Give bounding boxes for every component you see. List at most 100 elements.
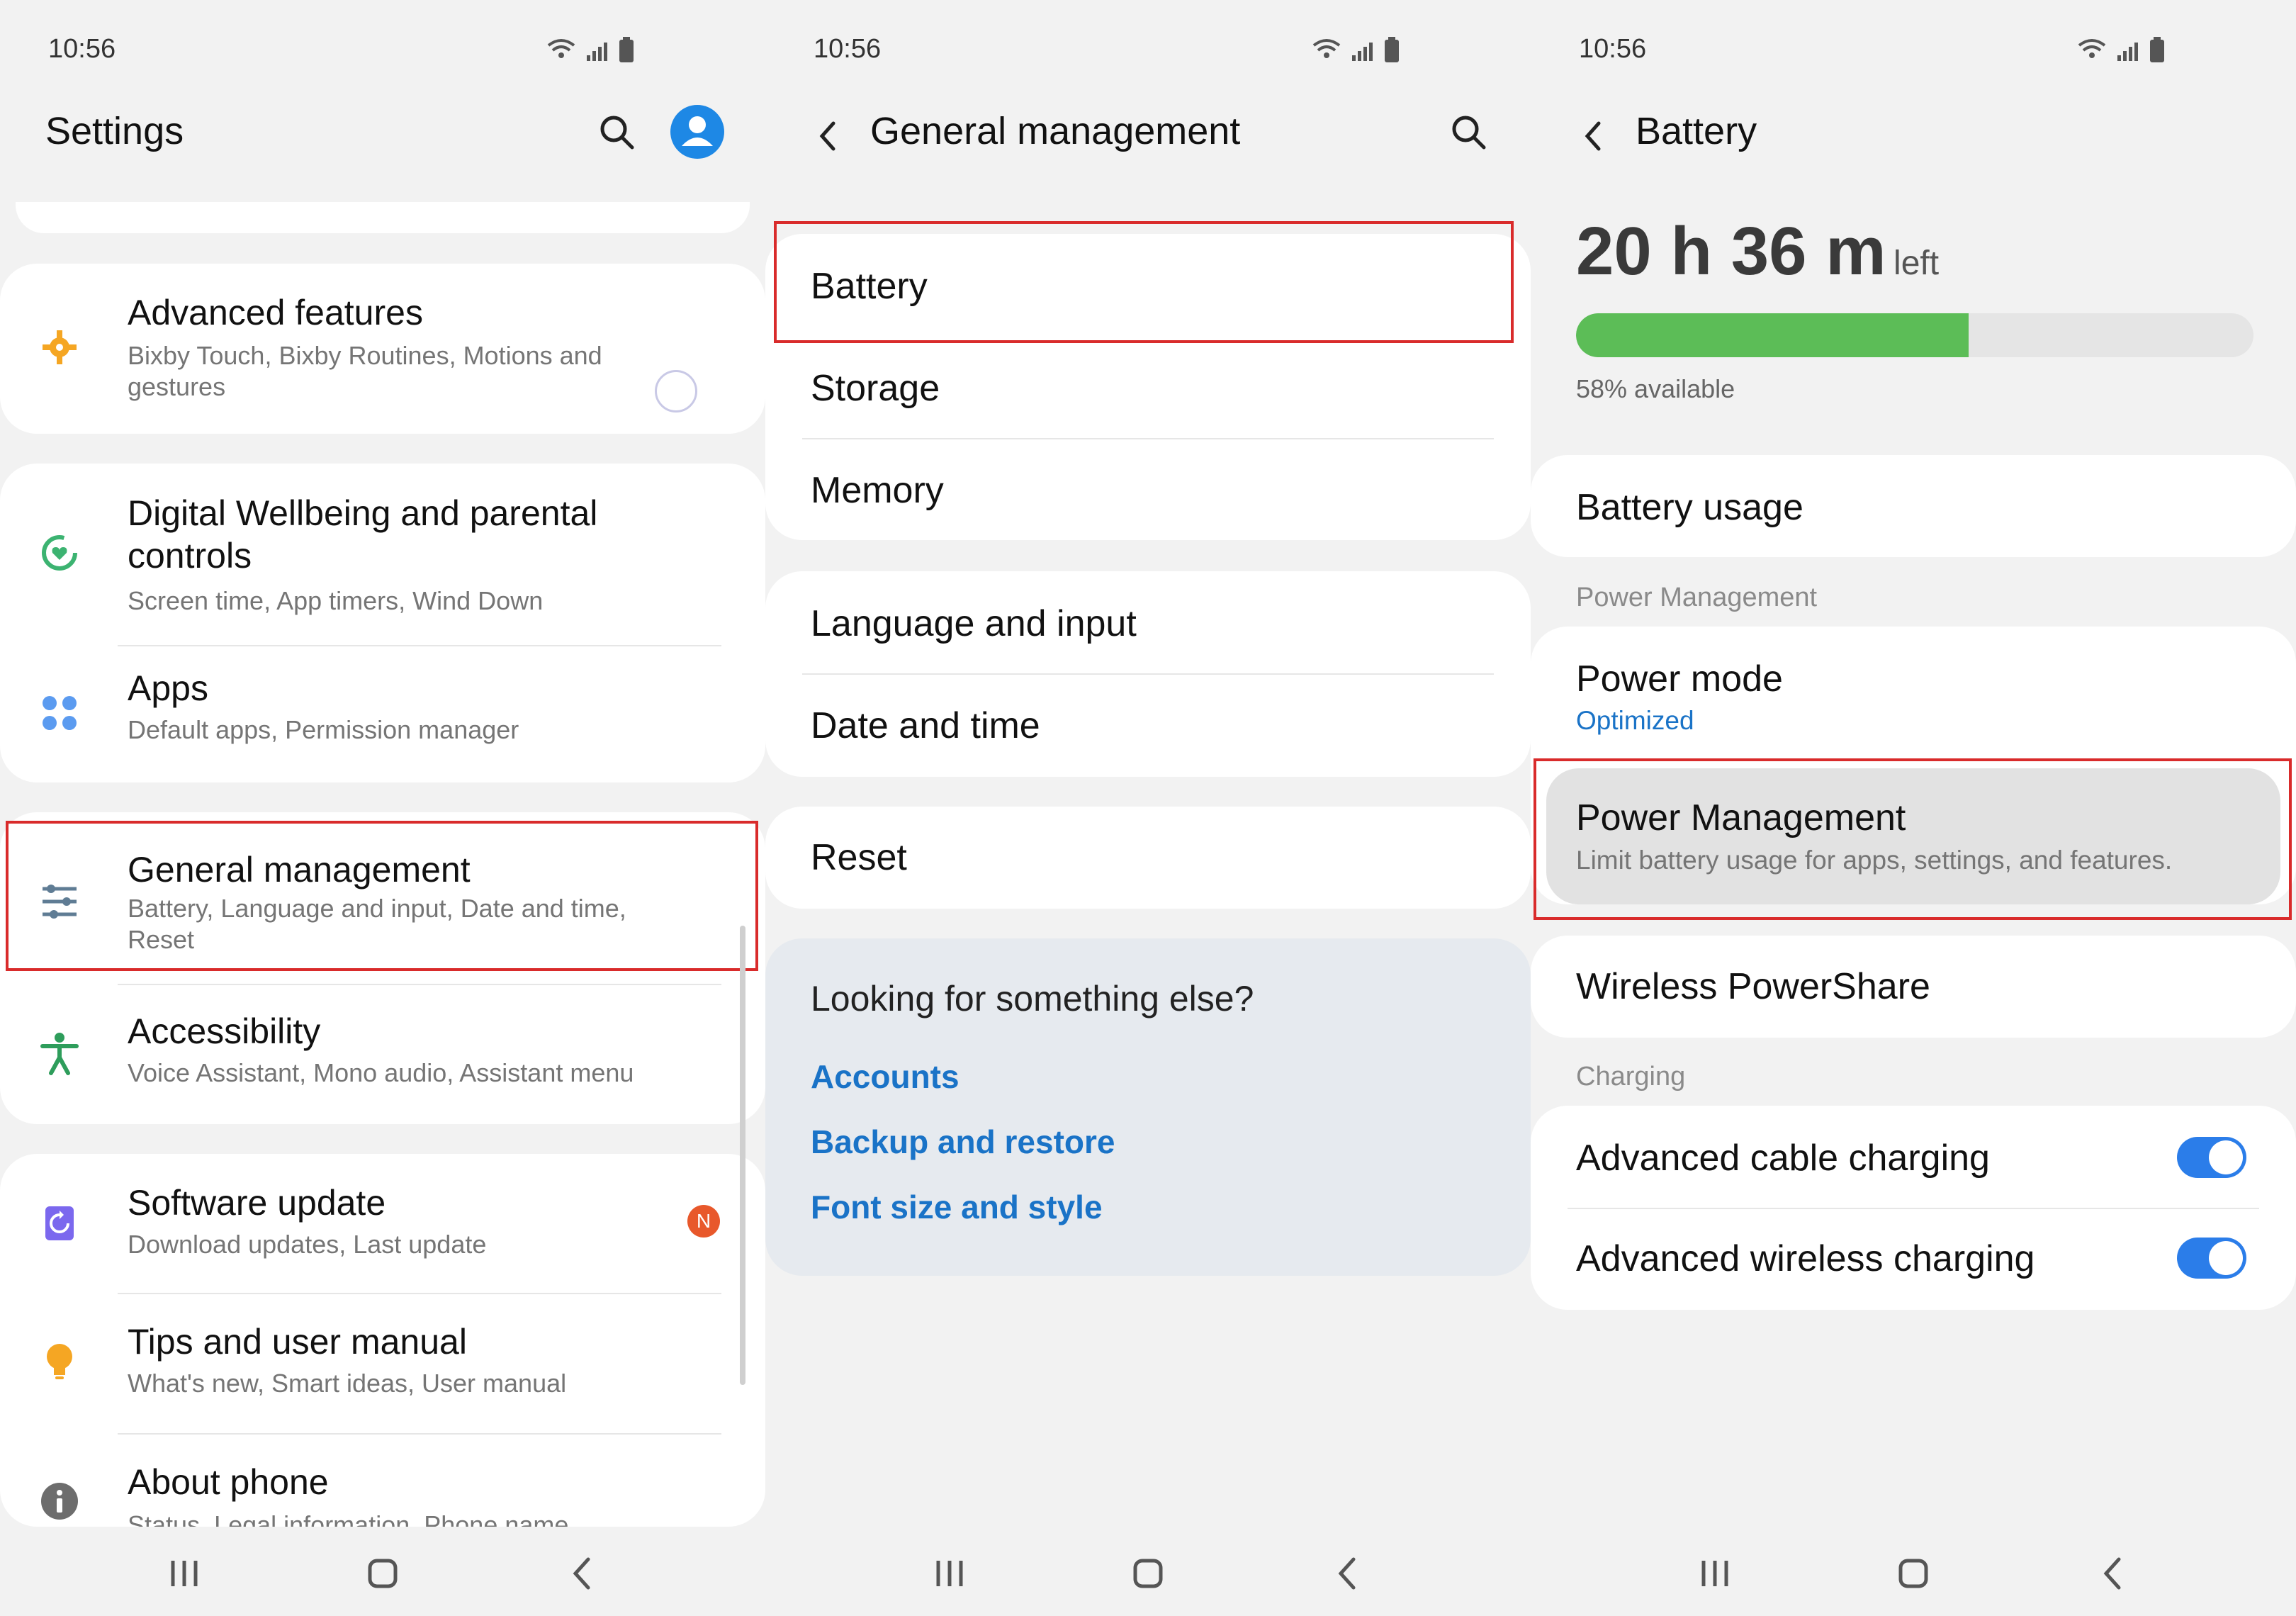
gm-item-reset[interactable]: Reset — [765, 807, 1531, 909]
battery-screen: 10:56 Battery 20 h 36 m left 58% availab… — [1531, 0, 2296, 1616]
card-gm-group2: Language and input Date and time — [765, 571, 1531, 777]
search-icon[interactable] — [595, 111, 638, 153]
highlight-box — [1534, 758, 2292, 920]
page-title: Settings — [45, 110, 184, 152]
status-time: 10:56 — [1579, 34, 1647, 64]
settings-item-digital-wellbeing[interactable]: Digital Wellbeing and parental controls … — [0, 464, 765, 646]
back-nav-icon[interactable] — [1327, 1552, 1369, 1595]
item-title: Advanced cable charging — [1576, 1138, 1990, 1179]
item-subtitle: Status, Legal information, Phone name — [128, 1510, 569, 1527]
apps-grid-icon — [43, 696, 77, 730]
status-bar: 10:56 — [814, 28, 1403, 71]
search-icon[interactable] — [1447, 111, 1490, 153]
cable-charging-item[interactable]: Advanced cable charging — [1531, 1106, 2296, 1208]
recent-apps-icon[interactable] — [928, 1552, 971, 1595]
profile-avatar-icon[interactable] — [670, 105, 724, 159]
status-time: 10:56 — [48, 34, 116, 64]
accessibility-person-icon — [40, 1033, 79, 1075]
item-title: Accessibility — [128, 1011, 321, 1051]
item-subtitle: Bixby Touch, Bixby Routines, Motions and… — [128, 341, 602, 401]
status-bar: 10:56 — [48, 28, 638, 71]
home-icon[interactable] — [1127, 1552, 1169, 1595]
gm-item-date-time[interactable]: Date and time — [765, 675, 1531, 777]
status-icons — [2078, 37, 2164, 62]
link-font-size-style[interactable]: Font size and style — [811, 1188, 1103, 1226]
time-left-value: 20 h 36 m — [1576, 213, 1886, 289]
settings-item-advanced-features[interactable]: Advanced features Bixby Touch, Bixby Rou… — [0, 264, 765, 434]
home-icon[interactable] — [1892, 1552, 1935, 1595]
settings-item-about-phone[interactable]: About phone Status, Legal information, P… — [0, 1435, 765, 1527]
battery-header: Battery — [1531, 99, 2296, 170]
highlight-box — [774, 221, 1514, 343]
card-advanced-features: Advanced features Bixby Touch, Bixby Rou… — [0, 264, 765, 434]
home-icon[interactable] — [361, 1552, 404, 1595]
power-mode-item[interactable]: Power mode Optimized — [1531, 627, 2296, 763]
gm-item-storage[interactable]: Storage — [765, 336, 1531, 438]
link-backup-restore[interactable]: Backup and restore — [811, 1123, 1115, 1161]
item-title: Storage — [811, 368, 940, 409]
card-gm-group3: Reset — [765, 807, 1531, 909]
battery-usage-item[interactable]: Battery usage — [1531, 455, 2296, 557]
item-title: Date and time — [811, 705, 1040, 746]
suggestion-card: Looking for something else? Accounts Bac… — [765, 938, 1531, 1276]
card-powershare: Wireless PowerShare — [1531, 936, 2296, 1038]
page-title: General management — [870, 110, 1241, 152]
card-software-tips-about: Software update Download updates, Last u… — [0, 1154, 765, 1527]
wireless-charging-item[interactable]: Advanced wireless charging — [1531, 1208, 2296, 1310]
scrollbar[interactable] — [740, 926, 745, 1385]
page-title: Battery — [1636, 110, 1757, 152]
gm-item-memory[interactable]: Memory — [765, 438, 1531, 540]
new-badge: N — [687, 1205, 720, 1238]
toggle-knob — [2209, 1241, 2243, 1275]
section-label-power: Power Management — [1576, 583, 1818, 612]
wireless-powershare-item[interactable]: Wireless PowerShare — [1531, 936, 2296, 1038]
settings-header: Settings — [0, 99, 765, 170]
item-title: Reset — [811, 837, 907, 878]
software-update-icon — [45, 1206, 74, 1240]
settings-item-apps[interactable]: Apps Default apps, Permission manager — [0, 646, 765, 782]
battery-level-bar — [1576, 313, 2253, 357]
toggle-knob — [2209, 1140, 2243, 1174]
settings-item-software-update[interactable]: Software update Download updates, Last u… — [0, 1154, 765, 1293]
back-arrow-icon[interactable] — [1573, 115, 1616, 157]
back-nav-icon[interactable] — [561, 1552, 604, 1595]
cable-charging-toggle[interactable] — [2177, 1137, 2246, 1178]
section-label-charging: Charging — [1576, 1062, 1686, 1092]
card-charging: Advanced cable charging Advanced wireles… — [1531, 1106, 2296, 1310]
recent-apps-icon[interactable] — [1694, 1552, 1736, 1595]
wellbeing-heart-icon — [42, 535, 77, 571]
time-left-word: left — [1893, 245, 1940, 282]
settings-item-tips[interactable]: Tips and user manual What's new, Smart i… — [0, 1294, 765, 1433]
item-title: Tips and user manual — [128, 1322, 467, 1362]
nav-bar — [765, 1538, 1531, 1609]
battery-time-left: 20 h 36 m left — [1576, 213, 1939, 298]
item-subtitle: Voice Assistant, Mono audio, Assistant m… — [128, 1058, 634, 1087]
item-subtitle: What's new, Smart ideas, User manual — [128, 1369, 567, 1398]
general-management-header: General management — [765, 99, 1531, 170]
nav-bar — [1531, 1538, 2296, 1609]
recent-apps-icon[interactable] — [163, 1552, 206, 1595]
item-subtitle: Download updates, Last update — [128, 1230, 487, 1259]
gm-item-language[interactable]: Language and input — [765, 571, 1531, 673]
battery-available: 58% available — [1576, 374, 1735, 403]
link-accounts[interactable]: Accounts — [811, 1057, 960, 1096]
partial-card — [16, 202, 750, 233]
item-title: Wireless PowerShare — [1576, 966, 1930, 1007]
power-mode-value: Optimized — [1576, 706, 1694, 735]
back-nav-icon[interactable] — [2092, 1552, 2134, 1595]
settings-item-accessibility[interactable]: Accessibility Voice Assistant, Mono audi… — [0, 985, 765, 1124]
item-title: Apps — [128, 668, 208, 708]
settings-screen: 10:56 Settings Advanced features Bixby T… — [0, 0, 765, 1616]
back-arrow-icon[interactable] — [808, 115, 850, 157]
item-subtitle: Default apps, Permission manager — [128, 715, 519, 744]
item-title: Battery usage — [1576, 487, 1803, 528]
item-title: Advanced features — [128, 293, 423, 332]
status-time: 10:56 — [814, 34, 882, 64]
item-title: About phone — [128, 1462, 329, 1502]
item-title: Power mode — [1576, 658, 1783, 700]
nav-bar — [0, 1538, 765, 1609]
item-title: Digital Wellbeing and parental controls — [128, 493, 598, 576]
item-title: Language and input — [811, 603, 1137, 644]
status-icons — [1312, 37, 1399, 62]
wireless-charging-toggle[interactable] — [2177, 1238, 2246, 1279]
